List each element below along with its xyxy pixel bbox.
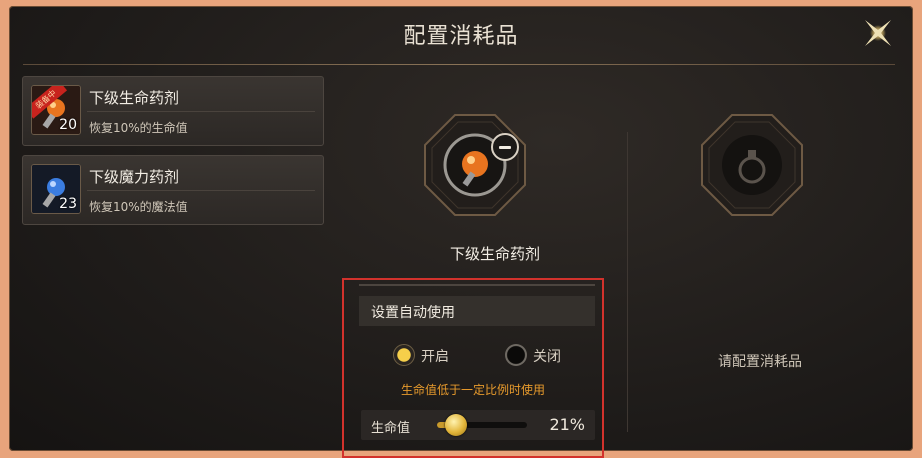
list-item-health-potion[interactable]: 装备中 20 下级生命药剂 恢复10%的生命值 <box>22 76 324 146</box>
radio-label: 开启 <box>421 349 449 365</box>
radio-unselected-icon <box>505 344 527 366</box>
item-divider <box>87 190 315 191</box>
remove-consumable-button[interactable] <box>491 133 519 161</box>
slot-item-name: 下级生命药剂 <box>449 245 540 263</box>
slider-value: 21% <box>549 415 585 434</box>
item-name: 下级生命药剂 <box>89 89 180 107</box>
slot-health-potion[interactable] <box>422 112 528 218</box>
auto-use-title: 设置自动使用 <box>371 305 455 321</box>
auto-use-hint: 生命值低于一定比例时使用 <box>400 383 545 397</box>
panel-top-bar <box>359 284 595 286</box>
item-count: 20 <box>59 117 77 133</box>
slot-empty[interactable] <box>699 112 805 218</box>
slider-handle[interactable] <box>444 414 467 436</box>
column-divider <box>627 132 628 432</box>
empty-slot-label: 请配置消耗品 <box>718 354 802 370</box>
health-threshold-slider[interactable] <box>437 414 527 436</box>
radio-selected-icon <box>393 344 415 366</box>
item-description: 恢复10%的生命值 <box>89 121 188 135</box>
item-count: 23 <box>59 196 77 212</box>
item-name: 下级魔力药剂 <box>89 168 180 186</box>
radio-label: 关闭 <box>533 349 561 365</box>
health-threshold-row: 生命值 21% <box>361 410 595 440</box>
auto-use-header: 设置自动使用 <box>359 296 595 326</box>
close-icon[interactable] <box>861 16 895 50</box>
health-potion-icon: 装备中 20 <box>31 85 81 135</box>
list-item-mana-potion[interactable]: 23 下级魔力药剂 恢复10%的魔法值 <box>22 155 324 225</box>
slider-label: 生命值 <box>371 421 411 436</box>
title-divider <box>23 64 895 65</box>
item-description: 恢复10%的魔法值 <box>89 200 188 214</box>
mana-potion-icon: 23 <box>31 164 81 214</box>
dialog-title: 配置消耗品 <box>403 24 519 49</box>
item-divider <box>87 111 315 112</box>
